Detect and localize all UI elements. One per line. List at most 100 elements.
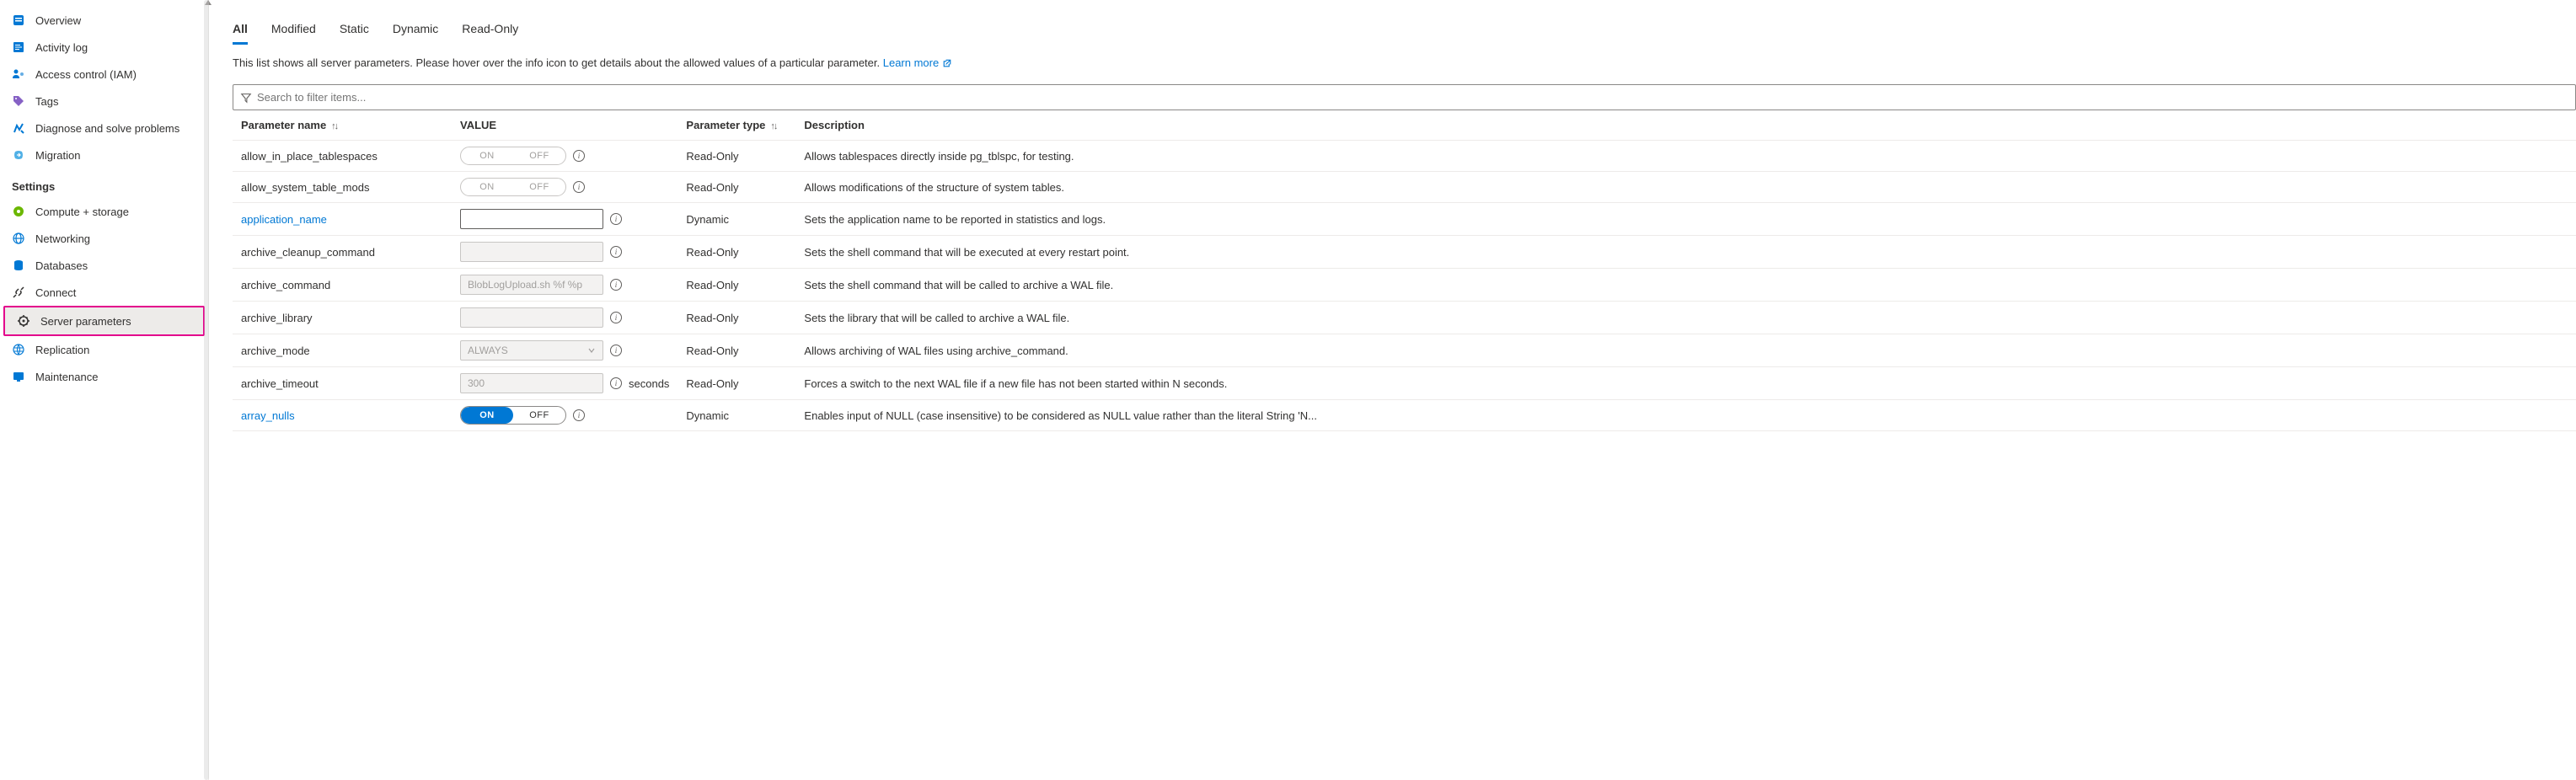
sort-icon: ↑↓	[770, 121, 776, 131]
maintenance-icon	[12, 370, 25, 383]
table-row: archive_library i Read-OnlySets the librar…	[233, 302, 2576, 334]
sidebar-item-networking[interactable]: Networking	[0, 225, 208, 252]
parameter-description: Allows modifications of the structure of…	[795, 172, 2576, 203]
gear-icon	[17, 314, 30, 328]
sidebar-item-label: Databases	[35, 259, 88, 272]
sidebar-item-overview[interactable]: Overview	[0, 7, 208, 34]
info-icon[interactable]: i	[610, 246, 622, 258]
parameter-type: Read-Only	[677, 141, 795, 172]
table-row: archive_commandiRead-OnlySets the shell …	[233, 269, 2576, 302]
sidebar-item-databases[interactable]: Databases	[0, 252, 208, 279]
parameter-description: Sets the application name to be reported…	[795, 203, 2576, 236]
parameter-name: archive_mode	[241, 345, 310, 357]
connect-icon	[12, 286, 25, 299]
sidebar-item-replication[interactable]: Replication	[0, 336, 208, 363]
parameter-type: Read-Only	[677, 367, 795, 400]
parameter-description: Sets the library that will be called to …	[795, 302, 2576, 334]
parameter-type: Read-Only	[677, 269, 795, 302]
parameter-name: allow_system_table_mods	[241, 181, 369, 194]
migration-icon	[12, 148, 25, 162]
parameters-table: Parameter name↑↓ VALUE Parameter type↑↓ …	[233, 110, 2576, 431]
parameter-name: archive_command	[241, 279, 330, 291]
tabs: All Modified Static Dynamic Read-Only	[233, 15, 2576, 45]
col-name-label: Parameter name	[241, 119, 326, 131]
parameter-description: Allows archiving of WAL files using arch…	[795, 334, 2576, 367]
table-row: archive_cleanup_command i Read-OnlySets th…	[233, 236, 2576, 269]
sidebar-item-tags[interactable]: Tags	[0, 88, 208, 115]
diagnose-icon	[12, 121, 25, 135]
sidebar-item-label: Compute + storage	[35, 206, 129, 218]
search-input[interactable]	[257, 88, 2568, 106]
parameter-description: Sets the shell command that will be exec…	[795, 236, 2576, 269]
sidebar-item-migration[interactable]: Migration	[0, 142, 208, 168]
parameter-type: Read-Only	[677, 334, 795, 367]
intro-text-span: This list shows all server parameters. P…	[233, 56, 883, 69]
sidebar-item-label: Tags	[35, 95, 58, 108]
info-icon[interactable]: i	[573, 409, 585, 421]
table-row: array_nulls ONOFF i DynamicEnables input of…	[233, 400, 2576, 431]
sidebar-item-label: Networking	[35, 232, 90, 245]
toggle-switch[interactable]: ONOFF	[460, 406, 566, 425]
parameter-name: archive_library	[241, 312, 313, 324]
info-icon[interactable]: i	[610, 377, 622, 389]
learn-more-link[interactable]: Learn more	[883, 56, 952, 69]
parameter-name: allow_in_place_tablespaces	[241, 150, 378, 163]
table-header-row: Parameter name↑↓ VALUE Parameter type↑↓ …	[233, 110, 2576, 141]
info-icon[interactable]: i	[610, 345, 622, 356]
value-input	[460, 275, 603, 295]
col-parameter-name[interactable]: Parameter name↑↓	[233, 110, 452, 141]
sidebar-item-label: Replication	[35, 344, 89, 356]
tab-all[interactable]: All	[233, 15, 248, 45]
tab-modified[interactable]: Modified	[271, 15, 316, 45]
value-input	[460, 373, 603, 393]
search-filter[interactable]	[233, 84, 2576, 110]
info-icon[interactable]: i	[610, 279, 622, 291]
sidebar-item-compute-storage[interactable]: Compute + storage	[0, 198, 208, 225]
main-content: All Modified Static Dynamic Read-Only Th…	[209, 0, 2576, 780]
networking-icon	[12, 232, 25, 245]
parameter-type: Read-Only	[677, 236, 795, 269]
table-row: allow_in_place_tablespaces ONOFF i Read-Onl…	[233, 141, 2576, 172]
access-control-icon	[12, 67, 25, 81]
sidebar-item-activity-log[interactable]: Activity log	[0, 34, 208, 61]
table-row: archive_timeoutisecondsRead-OnlyForces a…	[233, 367, 2576, 400]
info-icon[interactable]: i	[610, 312, 622, 323]
scrollbar[interactable]	[204, 0, 209, 780]
parameter-name-link[interactable]: application_name	[241, 213, 327, 226]
col-value: VALUE	[452, 110, 677, 141]
toggle-switch: ONOFF	[460, 178, 566, 196]
info-icon[interactable]: i	[573, 150, 585, 162]
value-input	[460, 307, 603, 328]
col-value-label: VALUE	[460, 119, 496, 131]
parameter-type: Dynamic	[677, 400, 795, 431]
col-parameter-type[interactable]: Parameter type ↑↓	[677, 110, 795, 141]
parameter-name-link[interactable]: array_nulls	[241, 409, 295, 422]
tab-dynamic[interactable]: Dynamic	[393, 15, 438, 45]
intro-text: This list shows all server parameters. P…	[233, 56, 2576, 69]
value-suffix: seconds	[629, 377, 669, 390]
info-icon[interactable]: i	[573, 181, 585, 193]
sidebar-item-label: Connect	[35, 286, 76, 299]
info-icon[interactable]: i	[610, 213, 622, 225]
sidebar-item-label: Diagnose and solve problems	[35, 122, 179, 135]
sidebar-item-server-parameters[interactable]: Server parameters	[5, 307, 203, 334]
learn-more-label: Learn more	[883, 56, 939, 69]
sidebar-item-diagnose[interactable]: Diagnose and solve problems	[0, 115, 208, 142]
col-type-label: Parameter type	[686, 119, 765, 131]
tab-read-only[interactable]: Read-Only	[462, 15, 518, 45]
tab-static[interactable]: Static	[340, 15, 369, 45]
value-input[interactable]	[460, 209, 603, 229]
value-select: ALWAYS	[460, 340, 603, 361]
parameter-description: Enables input of NULL (case insensitive)…	[795, 400, 2576, 431]
parameter-type: Dynamic	[677, 203, 795, 236]
sidebar-item-maintenance[interactable]: Maintenance	[0, 363, 208, 390]
sidebar-item-connect[interactable]: Connect	[0, 279, 208, 306]
chevron-down-icon	[587, 346, 596, 355]
sidebar-item-access-control[interactable]: Access control (IAM)	[0, 61, 208, 88]
col-description: Description	[795, 110, 2576, 141]
parameter-type: Read-Only	[677, 302, 795, 334]
sidebar-item-label: Access control (IAM)	[35, 68, 137, 81]
toggle-switch: ONOFF	[460, 147, 566, 165]
parameter-name: archive_cleanup_command	[241, 246, 375, 259]
filter-icon	[240, 92, 252, 104]
